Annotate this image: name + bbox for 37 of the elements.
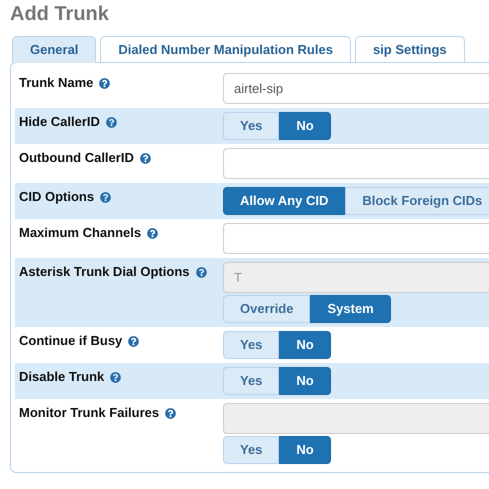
text-field[interactable] <box>223 148 489 179</box>
toggle-option[interactable]: Yes <box>223 331 280 359</box>
toggle-option[interactable]: Yes <box>223 367 280 395</box>
toggle-option[interactable]: No <box>279 331 331 359</box>
help-icon[interactable] <box>100 192 112 203</box>
toggle-option[interactable]: No <box>279 112 331 140</box>
tab[interactable]: General <box>12 36 96 63</box>
tab[interactable]: sip Settings <box>354 36 465 63</box>
help-icon[interactable] <box>106 117 117 128</box>
help-icon[interactable] <box>147 228 158 239</box>
text-field[interactable]: airtel-sip <box>223 73 489 104</box>
toggle-option[interactable]: Override <box>223 295 310 323</box>
help-icon[interactable] <box>140 153 151 164</box>
help-icon[interactable] <box>99 78 110 89</box>
field-label: CID Options <box>19 188 94 206</box>
page-title: Add Trunk <box>9 2 110 27</box>
toggle-option[interactable]: System <box>310 295 391 323</box>
text-field[interactable] <box>223 223 489 254</box>
toggle-option[interactable]: Allow Any CID <box>223 187 346 215</box>
field-label: Continue if Busy <box>19 332 122 350</box>
toggle-option[interactable]: No <box>279 367 331 395</box>
field-label: Hide CallerID <box>19 113 100 131</box>
toggle-option[interactable]: Block Foreign CIDs <box>345 187 489 215</box>
field-label: Maximum Channels <box>19 224 142 242</box>
field-label: Outbound CallerID <box>19 149 134 167</box>
field-label: Disable Trunk <box>19 368 104 386</box>
field-label: Trunk Name <box>19 74 94 92</box>
tab[interactable]: Dialed Number Manipulation Rules <box>100 36 351 63</box>
help-icon[interactable] <box>128 336 140 347</box>
toggle-option[interactable]: Yes <box>223 112 280 140</box>
toggle-option[interactable]: No <box>279 436 331 464</box>
toggle-option[interactable]: Yes <box>223 436 280 464</box>
field-label: Asterisk Trunk Dial Options <box>19 263 190 281</box>
help-icon[interactable] <box>196 267 206 278</box>
field-label: Monitor Trunk Failures <box>19 404 160 422</box>
help-icon[interactable] <box>110 372 122 383</box>
help-icon[interactable] <box>165 408 176 419</box>
